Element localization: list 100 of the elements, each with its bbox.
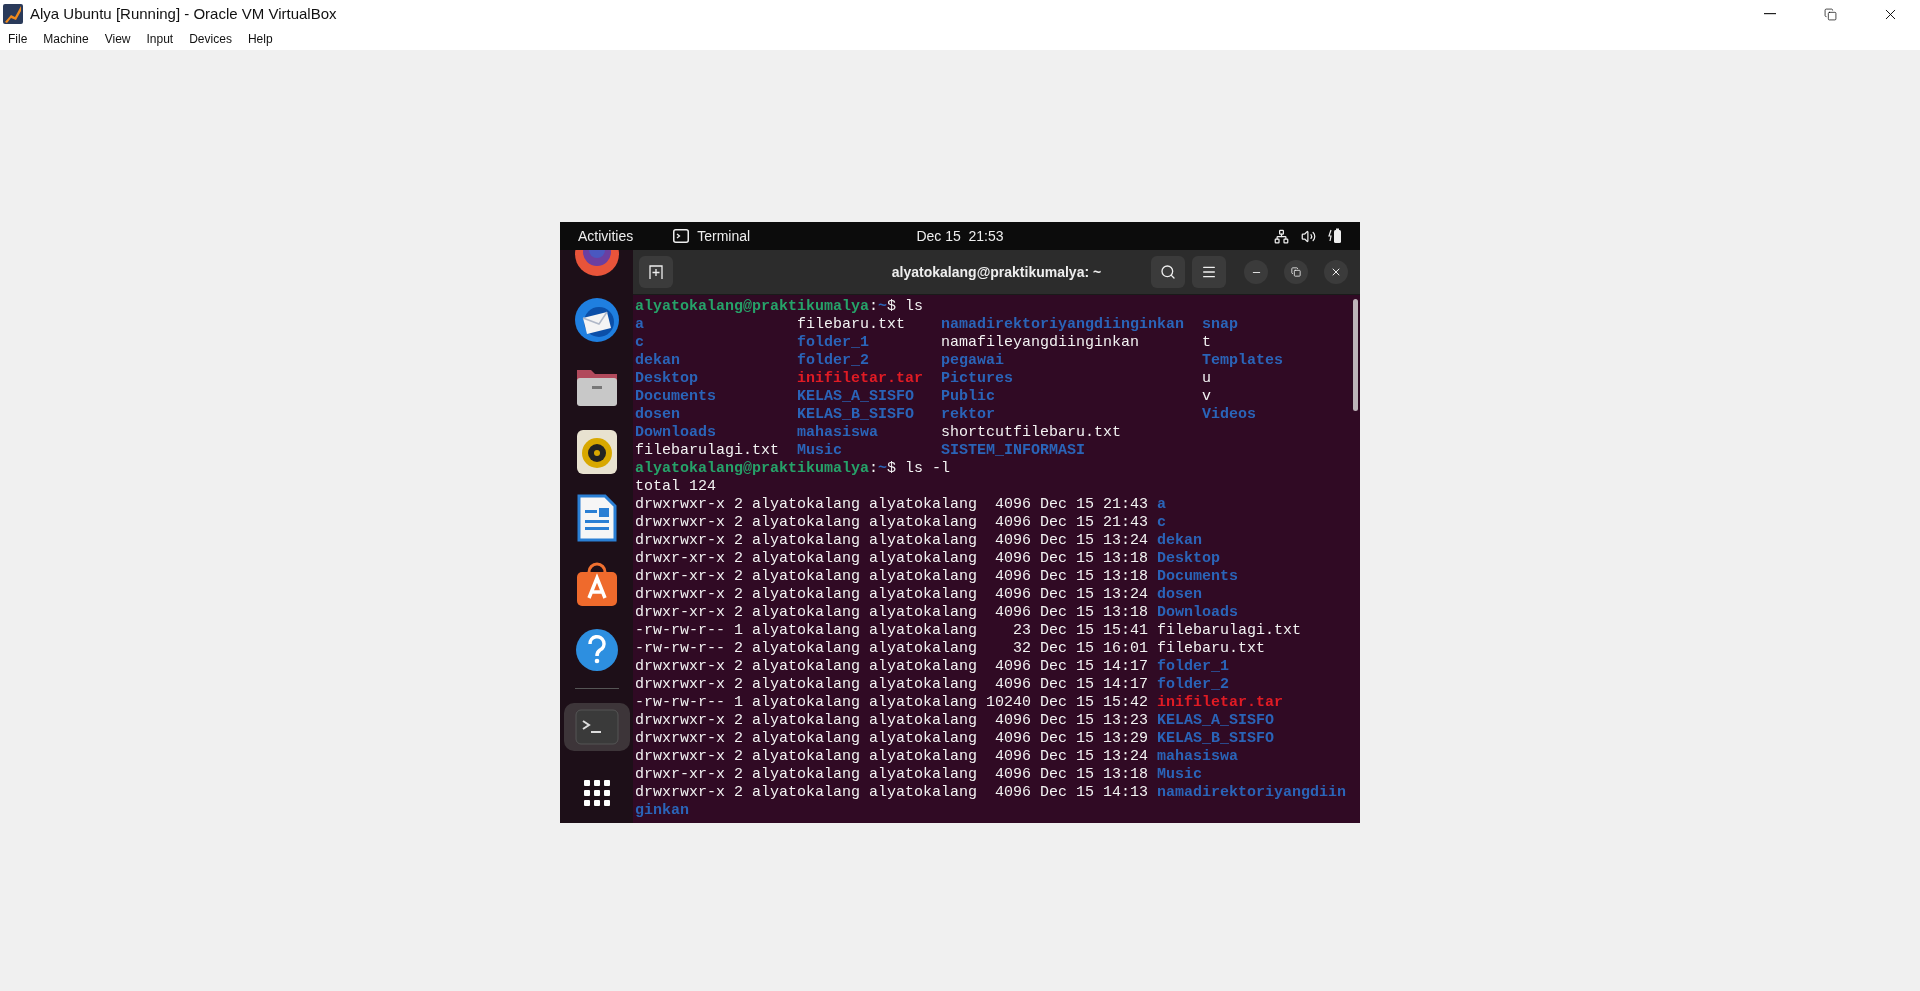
terminal-icon[interactable] (574, 709, 619, 745)
command-text: $ ls (887, 298, 924, 316)
file-name: folder_2 (797, 352, 870, 370)
file-name: KELAS_A_SISFO (797, 388, 915, 406)
app-logo-icon (2, 3, 24, 25)
help-icon[interactable] (574, 628, 619, 672)
file-name: a (1157, 496, 1167, 514)
battery-icon[interactable] (1328, 228, 1342, 244)
menu-item[interactable]: Devices (189, 30, 232, 48)
file-name: KELAS_B_SISFO (1157, 730, 1275, 748)
minimize-icon (1764, 13, 1776, 15)
window-title: Alya Ubuntu [Running] - Oracle VM VirtualBox (30, 3, 337, 24)
prompt-user: alyatokalang@praktikumalya (635, 298, 870, 316)
file-name: filebaru.txt (797, 316, 906, 334)
app-menu-label[interactable]: Terminal (697, 225, 751, 247)
file-name: inifiletar.tar (797, 370, 924, 388)
file-name: Desktop (1157, 550, 1221, 568)
terminal-title: alyatokalang@praktikumalya: ~ (891, 262, 1102, 282)
file-details: drwxr-xr-x 2 alyatokalang alyatokalang 4096 Dec 15 13:18 (635, 604, 1149, 622)
file-name: Videos (1202, 406, 1257, 424)
document-icon[interactable] (576, 494, 617, 542)
file-name: Public (941, 388, 996, 406)
file-name: snap (1202, 316, 1239, 334)
menu-button[interactable] (1192, 256, 1226, 288)
file-name: Templates (1202, 352, 1284, 370)
clock[interactable]: Dec 15 21:53 (916, 225, 1004, 247)
file-name: SISTEM_INFORMASI (941, 442, 1086, 460)
menu-item[interactable]: File (8, 30, 28, 48)
file-details: drwxrwxr-x 2 alyatokalang alyatokalang 4096 Dec 15 13:24 (635, 586, 1149, 604)
file-name: Downloads (1157, 604, 1239, 622)
file-name: folder_1 (1157, 658, 1230, 676)
file-name: dosen (1157, 586, 1203, 604)
file-details: drwxrwxr-x 2 alyatokalang alyatokalang 4096 Dec 15 21:43 (635, 514, 1149, 532)
file-details: drwxrwxr-x 2 alyatokalang alyatokalang 4096 Dec 15 21:43 (635, 496, 1149, 514)
file-details: drwxrwxr-x 2 alyatokalang alyatokalang 4096 Dec 15 13:23 (635, 712, 1149, 730)
file-details: drwxrwxr-x 2 alyatokalang alyatokalang 4096 Dec 15 14:13 (635, 784, 1149, 802)
scrollbar-thumb[interactable] (1352, 299, 1358, 411)
new-tab-button[interactable] (639, 256, 673, 288)
close-icon (1330, 266, 1342, 278)
file-name: inifiletar.tar (1157, 694, 1284, 712)
restore-icon (1823, 7, 1837, 21)
new-tab-icon (648, 264, 664, 280)
app-grid-icon[interactable] (582, 779, 611, 807)
file-name: KELAS_B_SISFO (797, 406, 915, 424)
file-name: u (1202, 370, 1212, 388)
file-name: Documents (635, 388, 716, 406)
file-name: a (635, 316, 644, 334)
menu-item[interactable]: Machine (43, 30, 89, 48)
menu-item[interactable]: Help (247, 30, 273, 48)
file-name: c (1157, 514, 1167, 532)
file-details: -rw-rw-r-- 2 alyatokalang alyatokalang 32 Dec 15 16:01 (635, 640, 1149, 658)
maximize-icon (1291, 267, 1301, 277)
file-details: drwxr-xr-x 2 alyatokalang alyatokalang 4096 Dec 15 13:18 (635, 766, 1149, 784)
close-button[interactable] (1324, 260, 1348, 284)
file-name: mahasiswa (797, 424, 879, 442)
file-name: ginkan (635, 802, 689, 820)
file-name: filebarulagi.txt (1157, 622, 1302, 640)
file-details: drwxr-xr-x 2 alyatokalang alyatokalang 4096 Dec 15 13:18 (635, 568, 1149, 586)
file-name: mahasiswa (1157, 748, 1239, 766)
file-name: namafileyangdiinginkan (941, 334, 1140, 352)
file-name: folder_1 (797, 334, 870, 352)
search-button[interactable] (1151, 256, 1185, 288)
file-name: Pictures (941, 370, 1014, 388)
output-text: total 124 (635, 478, 716, 495)
file-name: t (1202, 334, 1212, 352)
file-name: pegawai (941, 352, 1005, 370)
file-name: rektor (941, 406, 996, 424)
search-icon (1160, 264, 1176, 280)
prompt-path: ~ (878, 298, 888, 316)
shopping-bag-icon[interactable] (574, 560, 619, 608)
file-details: -rw-rw-r-- 1 alyatokalang alyatokalang 23 Dec 15 15:41 (635, 622, 1149, 640)
file-name: filebarulagi.txt (635, 442, 780, 460)
file-name: v (1202, 388, 1212, 406)
prompt-user: alyatokalang@praktikumalya (635, 460, 870, 478)
file-details: drwxrwxr-x 2 alyatokalang alyatokalang 4096 Dec 15 13:29 (635, 730, 1149, 748)
file-name: folder_2 (1157, 676, 1230, 694)
prompt-path: ~ (878, 460, 888, 478)
file-name: namadirektoriyangdiinginkan (941, 316, 1185, 334)
file-name: Documents (1157, 568, 1239, 586)
mail-icon[interactable] (572, 296, 621, 344)
activities-button[interactable]: Activities (578, 225, 634, 247)
file-details: drwxrwxr-x 2 alyatokalang alyatokalang 4096 Dec 15 14:17 (635, 676, 1149, 694)
menu-icon (1201, 264, 1217, 280)
file-details: drwxrwxr-x 2 alyatokalang alyatokalang 4096 Dec 15 14:17 (635, 658, 1149, 676)
network-icon[interactable] (1274, 228, 1289, 244)
volume-icon[interactable] (1301, 228, 1316, 244)
file-details: -rw-rw-r-- 1 alyatokalang alyatokalang 10240 Dec 15 15:42 (635, 694, 1149, 712)
prompt-separator: : (869, 460, 879, 478)
file-name: shortcutfilebaru.txt (941, 424, 1122, 442)
file-name: Downloads (635, 424, 716, 442)
maximize-button[interactable] (1284, 260, 1308, 284)
menu-item[interactable]: Input (146, 30, 174, 48)
file-name: Music (797, 442, 843, 460)
file-details: drwxrwxr-x 2 alyatokalang alyatokalang 4096 Dec 15 13:24 (635, 532, 1149, 550)
speaker-icon[interactable] (574, 428, 619, 476)
command-text: $ ls -l (887, 460, 951, 478)
file-name: namadirektoriyangdiin (1157, 784, 1347, 802)
file-name: c (635, 334, 644, 352)
file-name: filebaru.txt (1157, 640, 1266, 658)
menu-item[interactable]: View (104, 30, 131, 48)
